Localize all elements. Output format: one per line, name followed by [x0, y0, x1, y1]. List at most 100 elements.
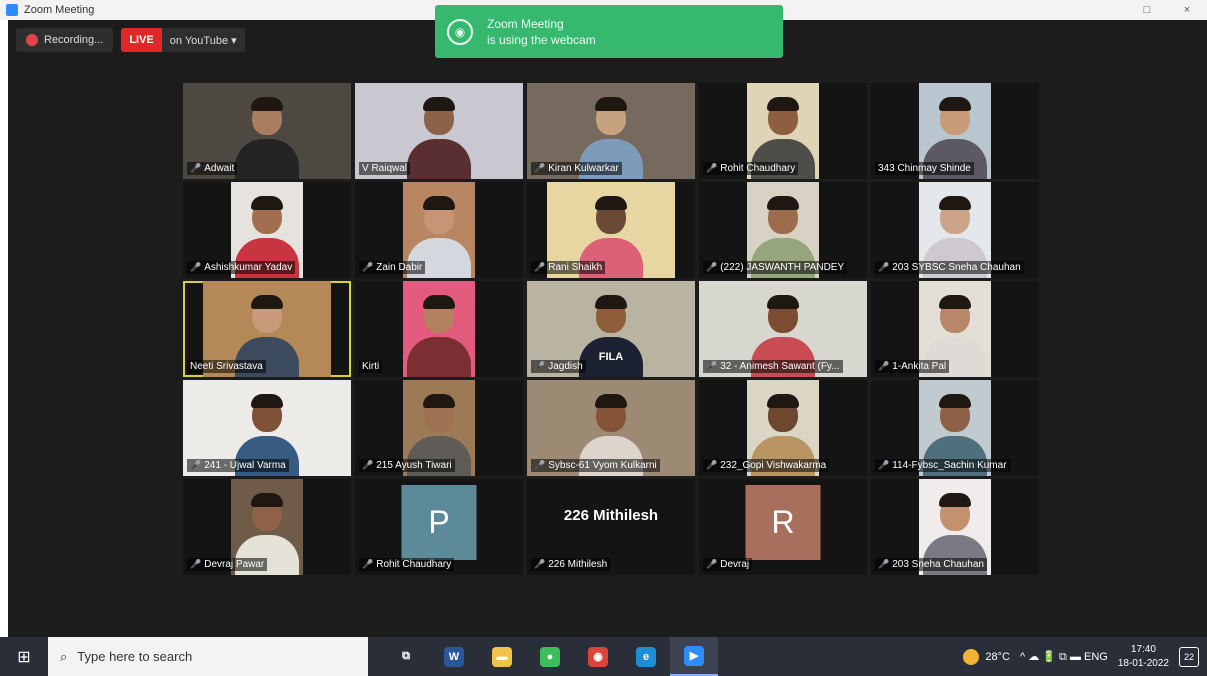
participant-tile[interactable]: 🎤 203 Sneha Chauhan	[871, 479, 1039, 575]
participant-name-label: 🎤 Devraj	[703, 558, 753, 571]
zoom-taskbar-button[interactable]: ▶	[670, 637, 718, 676]
participant-name: Jagdish	[548, 361, 583, 372]
windows-taskbar: ⊞ ⌕ Type here to search ⧉ W ▬ ● ◉ e ▶ 28°C ^ ☁…	[0, 637, 1207, 676]
live-badge: LIVE	[121, 28, 162, 52]
participant-name-label: 🎤 1-Ankita Pal	[875, 360, 950, 373]
participant-name-label: Kirti	[359, 360, 383, 373]
participant-name: 114-Fybsc_Sachin Kumar	[892, 460, 1007, 471]
participant-name-label: 🎤 Sybsc-61 Vyom Kulkarni	[531, 459, 660, 472]
muted-mic-icon: 🎤	[362, 262, 374, 272]
search-placeholder: Type here to search	[77, 649, 193, 664]
participant-name: 32 - Animesh Sawant (Fy...	[720, 361, 840, 372]
participant-tile[interactable]: 343 Chinmay Shinde	[871, 83, 1039, 179]
hair	[595, 196, 627, 210]
participant-tile[interactable]: 🎤 32 - Animesh Sawant (Fy...	[699, 281, 867, 377]
hair	[423, 394, 455, 408]
tray-icons[interactable]: ^ ☁ 🔋 ⧉ ▬ ENG	[1020, 650, 1108, 664]
muted-mic-icon: 🎤	[878, 262, 890, 272]
maximize-button[interactable]: □	[1127, 0, 1167, 20]
weather-widget[interactable]: 28°C	[963, 648, 1010, 665]
participant-tile[interactable]: 🎤 Kiran Kulwarkar	[527, 83, 695, 179]
participant-tile[interactable]: 🎤 Adwait	[183, 83, 351, 179]
muted-mic-icon: 🎤	[878, 460, 890, 470]
participant-tile[interactable]: 🎤 Rani Shaikh	[527, 182, 695, 278]
muted-mic-icon: 🎤	[190, 559, 202, 569]
hair	[767, 196, 799, 210]
participant-name: V Raiqwal	[362, 163, 408, 174]
taskbar-search-box[interactable]: ⌕ Type here to search	[48, 637, 368, 676]
participant-tile[interactable]: 🎤 241 - Ujwal Varma	[183, 380, 351, 476]
participant-name: 241 - Ujwal Varma	[204, 460, 286, 471]
record-icon	[26, 34, 38, 46]
participant-tile[interactable]: 🎤 114-Fybsc_Sachin Kumar	[871, 380, 1039, 476]
edge-taskbar-button[interactable]: e	[622, 637, 670, 676]
participant-tile[interactable]: 🎤 Rohit Chaudhary	[699, 83, 867, 179]
participant-display-name: 226 Mithilesh	[563, 507, 659, 524]
participant-name: 203 Sneha Chauhan	[892, 559, 984, 570]
hair	[423, 97, 455, 111]
participant-name-label: 🎤 Rohit Chaudhary	[359, 558, 455, 571]
participant-tile[interactable]: V Raiqwal	[355, 83, 523, 179]
participant-tile[interactable]: 🎤 215 Ayush Tiwari	[355, 380, 523, 476]
participant-name: Kirti	[362, 361, 380, 372]
participant-tile[interactable]: Neeti Srivastava	[183, 281, 351, 377]
participant-name-label: 🎤 241 - Ujwal Varma	[187, 459, 289, 472]
participant-tile[interactable]: P 🎤 Rohit Chaudhary	[355, 479, 523, 575]
system-tray: 28°C ^ ☁ 🔋 ⧉ ▬ ENG 17:40 18-01-2022 22	[963, 643, 1207, 671]
participant-tile[interactable]: 🎤 Ashishkumar Yadav	[183, 182, 351, 278]
task-view-taskbar-button[interactable]: ⧉	[382, 637, 430, 676]
participant-tile[interactable]: 🎤 203 SYBSC Sneha Chauhan	[871, 182, 1039, 278]
muted-mic-icon: 🎤	[190, 163, 202, 173]
window-controls: □ ×	[1127, 0, 1207, 20]
close-button[interactable]: ×	[1167, 0, 1207, 20]
hair	[767, 295, 799, 309]
muted-mic-icon: 🎤	[362, 559, 374, 569]
participant-video	[403, 281, 475, 377]
participant-name: 232_Gopi Vishwakarma	[720, 460, 827, 471]
participant-name-label: V Raiqwal	[359, 162, 411, 175]
clock-date: 18-01-2022	[1117, 657, 1169, 669]
participant-tile[interactable]: 226 Mithilesh 🎤 226 Mithilesh	[527, 479, 695, 575]
participant-tile[interactable]: 🎤 232_Gopi Vishwakarma	[699, 380, 867, 476]
notification-title: Zoom Meeting	[487, 16, 564, 31]
file-explorer-taskbar-button[interactable]: ▬	[478, 637, 526, 676]
clock[interactable]: 17:40 18-01-2022	[1118, 643, 1169, 671]
word-taskbar-button[interactable]: W	[430, 637, 478, 676]
participant-name-label: 🎤 Jagdish	[531, 360, 586, 373]
participant-tile[interactable]: 🎤 Zain Dabir	[355, 182, 523, 278]
chrome-taskbar-button[interactable]: ◉	[574, 637, 622, 676]
participant-tile[interactable]: 🎤 1-Ankita Pal	[871, 281, 1039, 377]
wechat-taskbar-button[interactable]: ●	[526, 637, 574, 676]
participant-name-label: 🎤 203 SYBSC Sneha Chauhan	[875, 261, 1024, 274]
participant-name-label: 🎤 (222) JASWANTH PANDEY	[703, 261, 848, 274]
participant-tile[interactable]: 🎤 (222) JASWANTH PANDEY	[699, 182, 867, 278]
muted-mic-icon: 🎤	[706, 163, 718, 173]
muted-mic-icon: 🎤	[878, 559, 890, 569]
participant-tile[interactable]: 🎤 Devraj Pawar	[183, 479, 351, 575]
participant-name-label: 🎤 32 - Animesh Sawant (Fy...	[703, 360, 843, 373]
participant-tile[interactable]: R 🎤 Devraj	[699, 479, 867, 575]
participant-tile[interactable]: Kirti	[355, 281, 523, 377]
windows-icon[interactable]: ⊞	[0, 637, 48, 676]
participant-name-label: 🎤 232_Gopi Vishwakarma	[703, 459, 830, 472]
shoulders	[407, 337, 471, 377]
participant-name-label: Neeti Srivastava	[187, 360, 266, 373]
participant-name: Zain Dabir	[376, 262, 423, 273]
hair	[939, 295, 971, 309]
window-title: Zoom Meeting	[24, 4, 95, 16]
live-target-dropdown[interactable]: on YouTube ▾	[162, 34, 245, 47]
muted-mic-icon: 🎤	[534, 163, 546, 173]
participant-name-label: 🎤 Adwait	[187, 162, 238, 175]
participant-tile[interactable]: 🎤 Sybsc-61 Vyom Kulkarni	[527, 380, 695, 476]
participant-name: Neeti Srivastava	[190, 361, 263, 372]
participant-name-label: 🎤 114-Fybsc_Sachin Kumar	[875, 459, 1010, 472]
participant-name-label: 🎤 Zain Dabir	[359, 261, 426, 274]
notification-center-icon[interactable]: 22	[1179, 646, 1199, 667]
live-stream-control[interactable]: LIVE on YouTube ▾	[121, 28, 245, 52]
participant-name: Rohit Chaudhary	[376, 559, 452, 570]
muted-mic-icon: 🎤	[534, 559, 546, 569]
participant-name: Kiran Kulwarkar	[548, 163, 619, 174]
shoulders	[407, 139, 471, 179]
recording-indicator[interactable]: Recording...	[16, 28, 114, 52]
participant-tile[interactable]: FILA 🎤 Jagdish	[527, 281, 695, 377]
